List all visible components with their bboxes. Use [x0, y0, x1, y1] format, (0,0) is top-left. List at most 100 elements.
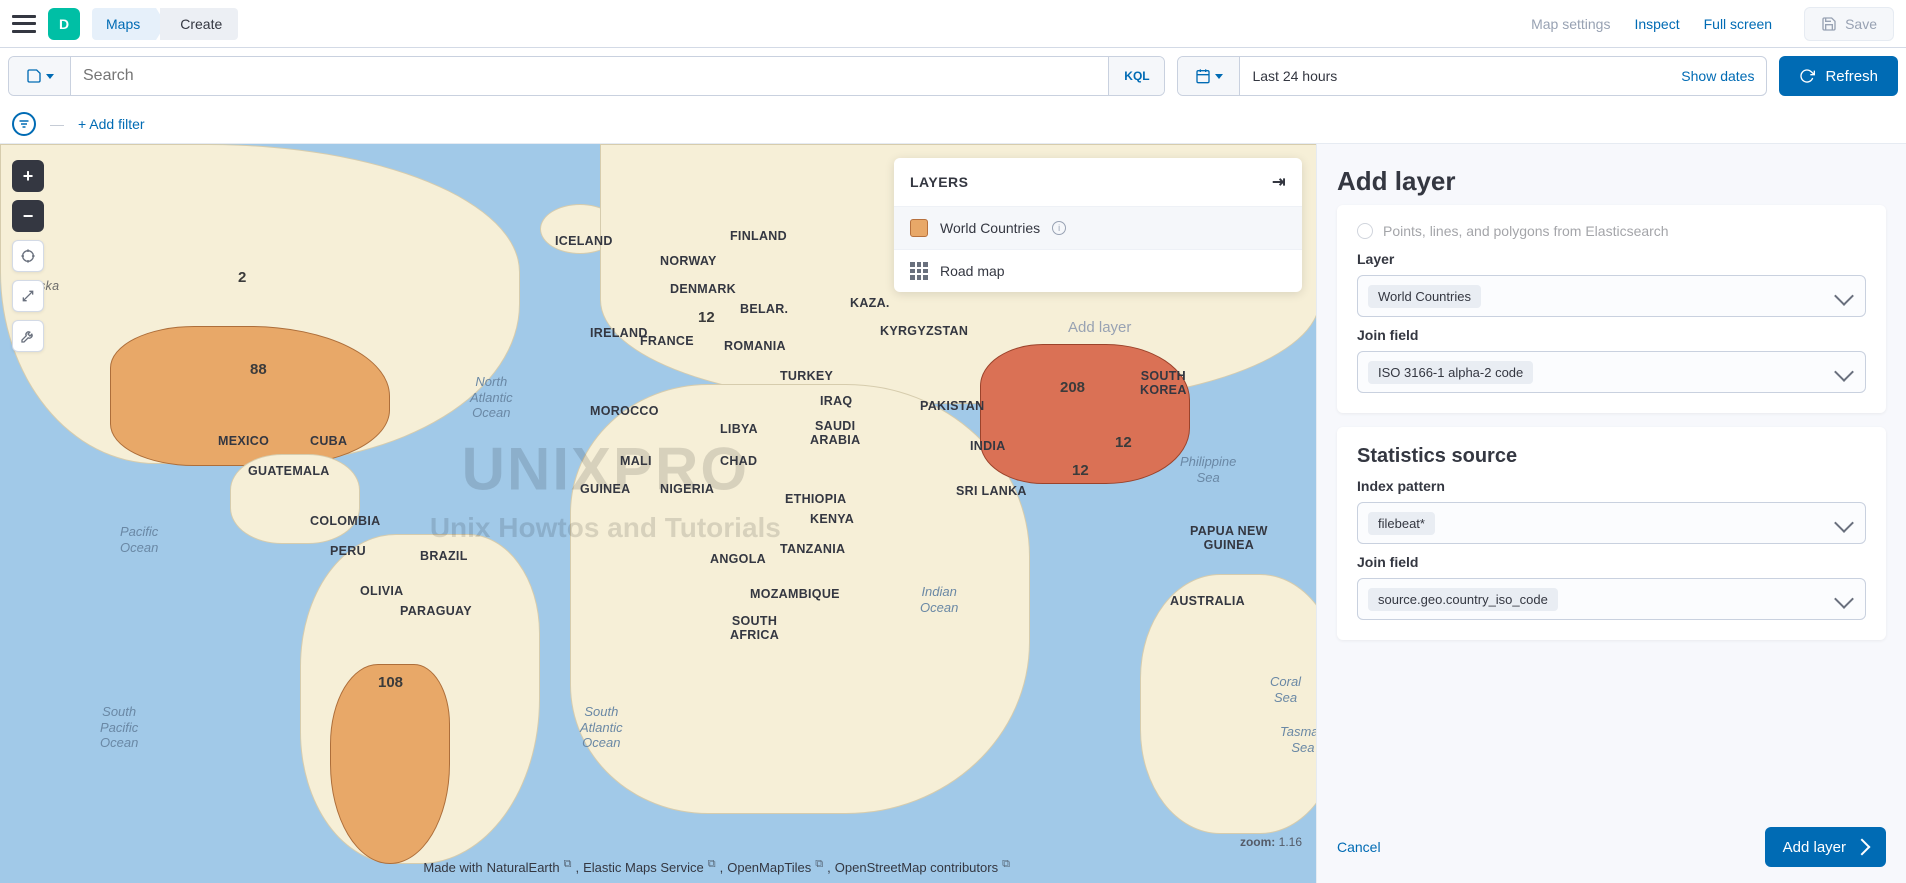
index-pattern-combobox[interactable]: filebeat*: [1357, 502, 1866, 544]
query-bar: KQL Last 24 hours Show dates Refresh: [0, 48, 1906, 104]
joinfield2-value: source.geo.country_iso_code: [1368, 588, 1558, 611]
show-dates-link[interactable]: Show dates: [1681, 68, 1754, 84]
sea-label: NorthAtlanticOcean: [470, 374, 513, 421]
layer-value: World Countries: [1368, 285, 1481, 308]
search-group: KQL: [8, 56, 1165, 96]
data-china: 208: [1060, 379, 1085, 396]
field-label: Join field: [1357, 327, 1866, 343]
map-attribution: Made with NaturalEarth⧉, Elastic Maps Se…: [423, 860, 1010, 875]
chevron-down-icon: [1834, 286, 1854, 306]
collapse-icon[interactable]: ⇥: [1272, 172, 1286, 192]
sea-label: CoralSea: [1270, 674, 1301, 705]
stats-source-card: Statistics source Index pattern filebeat…: [1337, 427, 1886, 640]
add-filter-button[interactable]: + Add filter: [78, 116, 145, 132]
time-value: Last 24 hours: [1252, 68, 1337, 84]
fit-bounds-button[interactable]: [12, 240, 44, 272]
country-argentina[interactable]: [330, 664, 450, 864]
menu-icon[interactable]: [12, 12, 36, 36]
add-layer-panel: Add layer Points, lines, and polygons fr…: [1316, 144, 1906, 883]
time-options-button[interactable]: [1178, 57, 1240, 95]
sea-label: TasmanSea: [1280, 724, 1316, 755]
zoom-out-button[interactable]: −: [12, 200, 44, 232]
data-canada: 2: [238, 269, 246, 286]
save-label: Save: [1845, 16, 1877, 32]
chevron-down-icon: [46, 74, 54, 79]
space-avatar[interactable]: D: [48, 8, 80, 40]
attrib-link[interactable]: Elastic Maps Service: [583, 860, 704, 875]
chevron-down-icon: [1834, 362, 1854, 382]
saved-queries-button[interactable]: [9, 57, 71, 95]
tools-button[interactable]: [12, 320, 44, 352]
main-area: UNIXPRO Unix Howtos and Tutorials Pacifi…: [0, 144, 1906, 883]
add-layer-button[interactable]: Add layer: [1765, 827, 1886, 867]
zoom-in-button[interactable]: +: [12, 160, 44, 192]
joinfield2-combobox[interactable]: source.geo.country_iso_code: [1357, 578, 1866, 620]
source-option[interactable]: Points, lines, and polygons from Elastic…: [1357, 223, 1866, 239]
joinfield1-combobox[interactable]: ISO 3166-1 alpha-2 code: [1357, 351, 1866, 393]
breadcrumb-maps[interactable]: Maps: [92, 8, 156, 40]
top-actions: Map settings Inspect Full screen Save: [1531, 7, 1894, 41]
layer-road-map[interactable]: Road map: [894, 249, 1302, 292]
field-label: Layer: [1357, 251, 1866, 267]
sea-label: PacificOcean: [120, 524, 158, 555]
data-sea-b: 12: [1072, 462, 1089, 479]
top-bar: D Maps Create Map settings Inspect Full …: [0, 0, 1906, 48]
radio-icon: [1357, 223, 1373, 239]
index-value: filebeat*: [1368, 512, 1435, 535]
fullscreen-link[interactable]: Full screen: [1704, 16, 1772, 32]
sea-label: PhilippineSea: [1180, 454, 1236, 485]
cancel-button[interactable]: Cancel: [1337, 839, 1381, 855]
layer-label: Road map: [940, 263, 1005, 279]
sea-label: SouthPacificOcean: [100, 704, 138, 751]
field-label: Join field: [1357, 554, 1866, 570]
map-controls: + −: [12, 160, 44, 352]
field-label: Index pattern: [1357, 478, 1866, 494]
breadcrumb-create: Create: [160, 8, 238, 40]
attrib-link[interactable]: NaturalEarth: [487, 860, 560, 875]
refresh-icon: [1799, 68, 1815, 84]
query-language-toggle[interactable]: KQL: [1108, 57, 1164, 95]
ghost-tooltip: Add layer: [1068, 319, 1131, 336]
layer-world-countries[interactable]: World Countries i: [894, 206, 1302, 249]
data-usa: 88: [250, 361, 267, 378]
filter-options-icon[interactable]: [12, 112, 36, 136]
joinfield1-value: ISO 3166-1 alpha-2 code: [1368, 361, 1533, 384]
date-picker[interactable]: Last 24 hours Show dates: [1240, 57, 1766, 95]
basemap-icon: [910, 262, 928, 280]
disk-icon: [26, 68, 42, 84]
attrib-link[interactable]: OpenStreetMap contributors: [835, 860, 998, 875]
calendar-icon: [1195, 68, 1211, 84]
panel-footer: Cancel Add layer: [1337, 811, 1886, 867]
panel-title: Add layer: [1337, 144, 1886, 205]
data-eu: 12: [698, 309, 715, 326]
layer-source-card: Points, lines, and polygons from Elastic…: [1337, 205, 1886, 413]
sea-label: IndianOcean: [920, 584, 958, 615]
add-layer-label: Add layer: [1783, 839, 1846, 856]
map-canvas[interactable]: UNIXPRO Unix Howtos and Tutorials Pacifi…: [0, 144, 1316, 883]
save-button: Save: [1804, 7, 1894, 41]
refresh-button[interactable]: Refresh: [1779, 56, 1898, 96]
filter-divider: —: [50, 116, 64, 132]
layer-combobox[interactable]: World Countries: [1357, 275, 1866, 317]
data-argentina: 108: [378, 674, 403, 691]
map-settings-link[interactable]: Map settings: [1531, 16, 1610, 32]
watermark-sub: Unix Howtos and Tutorials: [430, 512, 781, 544]
layer-swatch-icon: [910, 219, 928, 237]
zoom-indicator: zoom: 1.16: [1240, 835, 1302, 849]
filter-bar: — + Add filter: [0, 104, 1906, 144]
chevron-down-icon: [1834, 513, 1854, 533]
layers-title: LAYERS: [910, 174, 969, 190]
search-input[interactable]: [71, 57, 1108, 95]
inspect-link[interactable]: Inspect: [1634, 16, 1679, 32]
sea-label: SouthAtlanticOcean: [580, 704, 623, 751]
breadcrumb: Maps Create: [92, 8, 238, 40]
data-sea-a: 12: [1115, 434, 1132, 451]
chevron-down-icon: [1834, 589, 1854, 609]
arrow-right-icon: [1854, 839, 1871, 856]
time-group: Last 24 hours Show dates: [1177, 56, 1767, 96]
refresh-label: Refresh: [1825, 68, 1878, 85]
chevron-down-icon: [1215, 74, 1223, 79]
expand-button[interactable]: [12, 280, 44, 312]
save-icon: [1821, 16, 1837, 32]
attrib-link[interactable]: OpenMapTiles: [727, 860, 811, 875]
